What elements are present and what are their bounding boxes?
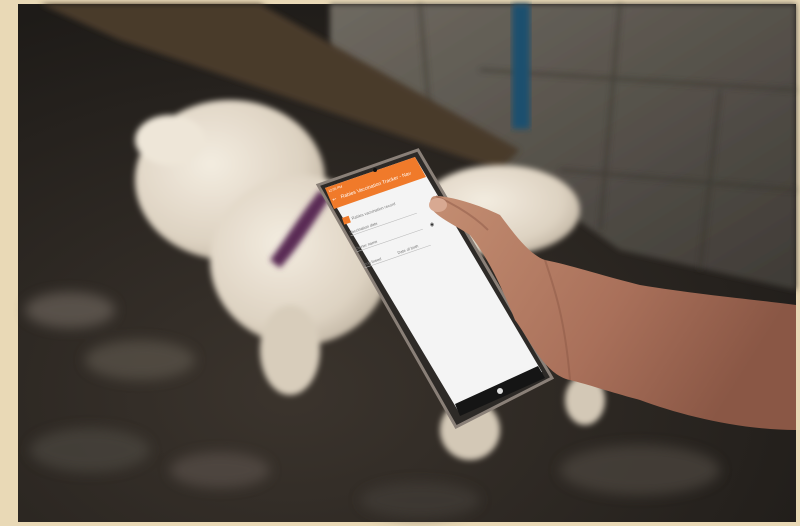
home-button-icon[interactable] bbox=[497, 388, 503, 394]
photo-frame: 12:55 PM ← Rabies Vaccination Tracker - … bbox=[0, 0, 800, 526]
photo bbox=[0, 0, 800, 526]
